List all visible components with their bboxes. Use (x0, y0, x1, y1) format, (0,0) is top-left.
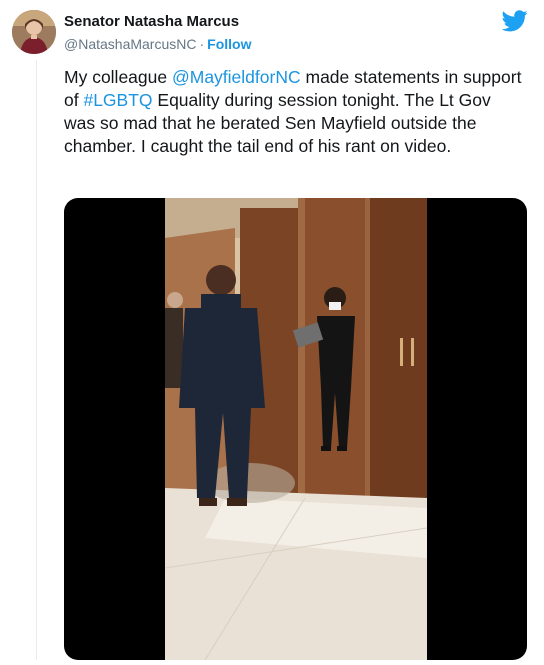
video-player[interactable] (64, 198, 527, 660)
avatar[interactable] (12, 10, 56, 54)
author-subline: @NatashaMarcusNC · Follow (64, 34, 251, 54)
separator-dot: · (199, 36, 205, 52)
mention-link[interactable]: @MayfieldforNC (172, 67, 301, 87)
tweet-text-part1: My colleague (64, 67, 172, 87)
tweet-header: Senator Natasha Marcus @NatashaMarcusNC ·… (12, 10, 532, 58)
tweet-body: My colleague @MayfieldforNC made stateme… (64, 66, 526, 158)
tweet-card: Senator Natasha Marcus @NatashaMarcusNC ·… (0, 0, 544, 665)
video-frame (165, 198, 427, 660)
hashtag-link[interactable]: #LGBTQ (83, 90, 152, 110)
twitter-bird-icon[interactable] (502, 10, 528, 32)
author-display-name[interactable]: Senator Natasha Marcus (64, 12, 251, 32)
author-info: Senator Natasha Marcus @NatashaMarcusNC ·… (64, 12, 251, 54)
author-handle[interactable]: @NatashaMarcusNC (64, 36, 196, 52)
thread-divider (36, 60, 37, 660)
follow-button[interactable]: Follow (207, 36, 251, 52)
